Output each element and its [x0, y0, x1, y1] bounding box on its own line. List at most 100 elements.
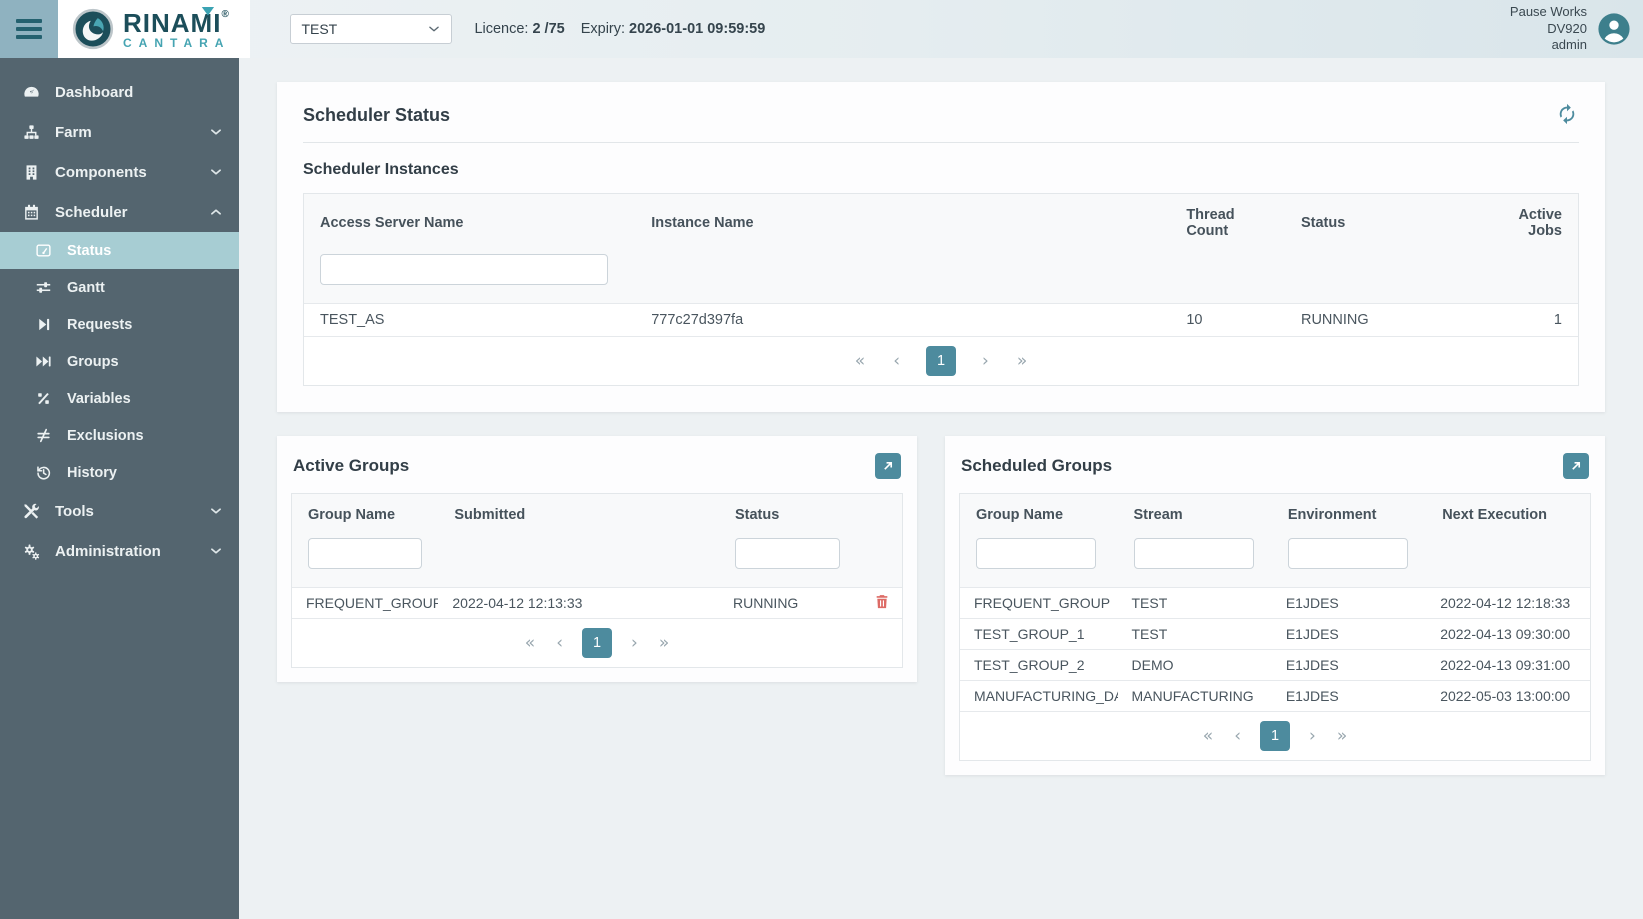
page-number-button[interactable]: 1 [926, 346, 956, 376]
sidebar-item-scheduler[interactable]: Scheduler [0, 192, 239, 232]
refresh-button[interactable] [1555, 103, 1579, 127]
active-groups-card: Active Groups Group Name Submitted Statu… [277, 436, 917, 682]
sidebar: Dashboard Farm Components Scheduler Stat… [0, 58, 239, 919]
last-page-button[interactable]: » [1335, 726, 1349, 746]
menu-toggle-button[interactable] [0, 0, 58, 58]
expand-icon [1569, 459, 1583, 473]
access-server-name-cell: TEST_AS [304, 304, 635, 336]
sidebar-item-exclusions[interactable]: Exclusions [0, 417, 239, 454]
stream-cell: TEST [1118, 619, 1272, 649]
access-server-name-filter-input[interactable] [320, 254, 608, 285]
scheduler-status-card: Scheduler Status Scheduler Instances Acc… [277, 82, 1605, 412]
calendar-icon [22, 203, 40, 221]
user-info: Pause Works DV920 admin [1510, 4, 1587, 55]
sidebar-item-farm[interactable]: Farm [0, 112, 239, 152]
group-name-filter-input[interactable] [976, 538, 1096, 569]
stream-filter-input[interactable] [1134, 538, 1254, 569]
history-icon [34, 464, 52, 482]
expand-active-groups-button[interactable] [875, 453, 901, 479]
sidebar-item-label: Requests [67, 317, 132, 333]
next-page-button[interactable]: › [629, 633, 640, 653]
environment-cell: E1JDES [1272, 588, 1426, 618]
delete-group-button[interactable] [872, 593, 892, 613]
table-row[interactable]: FREQUENT_GROUP TEST E1JDES 2022-04-12 12… [960, 587, 1590, 618]
environment-filter-input[interactable] [1288, 538, 1408, 569]
user-avatar[interactable] [1597, 12, 1631, 46]
chevron-down-icon [209, 544, 223, 558]
sidebar-item-components[interactable]: Components [0, 152, 239, 192]
gauge-icon [22, 83, 40, 101]
instances-title: Scheduler Instances [303, 161, 1579, 179]
table-filter-row [960, 536, 1590, 587]
next-execution-cell: 2022-05-03 13:00:00 [1426, 681, 1590, 711]
sidebar-item-tools[interactable]: Tools [0, 491, 239, 531]
table-row[interactable]: TEST_GROUP_2 DEMO E1JDES 2022-04-13 09:3… [960, 649, 1590, 680]
refresh-icon [1556, 103, 1578, 125]
environment-cell: E1JDES [1272, 619, 1426, 649]
page-number-button[interactable]: 1 [1260, 721, 1290, 751]
table-row[interactable]: TEST_GROUP_1 TEST E1JDES 2022-04-13 09:3… [960, 618, 1590, 649]
scheduler-instances-table: Access Server Name Instance Name Thread … [303, 193, 1579, 386]
status-cell: RUNNING [1285, 304, 1489, 336]
sidebar-item-variables[interactable]: Variables [0, 380, 239, 417]
sidebar-item-status[interactable]: Status [0, 232, 239, 269]
column-header: Group Name [960, 494, 1118, 536]
column-header: Environment [1272, 494, 1426, 536]
fast-forward-icon [34, 353, 52, 371]
submitted-cell: 2022-04-12 12:13:33 [438, 588, 719, 618]
first-page-button[interactable]: « [523, 633, 537, 653]
sidebar-item-label: Exclusions [67, 428, 144, 444]
last-page-button[interactable]: » [1015, 351, 1029, 371]
user-company: Pause Works [1510, 4, 1587, 21]
sidebar-item-requests[interactable]: Requests [0, 306, 239, 343]
trash-icon [874, 593, 890, 610]
chevron-down-icon [209, 125, 223, 139]
stream-cell: TEST [1118, 588, 1272, 618]
logo[interactable]: RINAMI® CANTARA [58, 0, 250, 58]
chevron-down-icon [209, 165, 223, 179]
first-page-button[interactable]: « [1201, 726, 1215, 746]
page-number-button[interactable]: 1 [582, 628, 612, 658]
table-row[interactable]: MANUFACTURING_DAY_ MANUFACTURING E1JDES … [960, 680, 1590, 711]
next-execution-cell: 2022-04-13 09:30:00 [1426, 619, 1590, 649]
scheduled-groups-table: Group Name Stream Environment Next Execu… [959, 493, 1591, 761]
environment-select[interactable]: TEST [290, 14, 452, 44]
stream-cell: DEMO [1118, 650, 1272, 680]
table-filter-row [304, 252, 1578, 303]
previous-page-button[interactable]: ‹ [1232, 726, 1243, 746]
thread-count-cell: 10 [1170, 304, 1285, 336]
group-name-filter-input[interactable] [308, 538, 422, 569]
column-header: Status [1285, 202, 1489, 244]
next-page-button[interactable]: › [1307, 726, 1318, 746]
group-name-cell: FREQUENT_GROUP [960, 588, 1118, 618]
table-header-row: Access Server Name Instance Name Thread … [304, 194, 1578, 252]
sidebar-item-label: Scheduler [55, 204, 128, 221]
table-row[interactable]: FREQUENT_GROUP 2022-04-12 12:13:33 RUNNI… [292, 587, 902, 618]
last-page-button[interactable]: » [657, 633, 671, 653]
sidebar-item-history[interactable]: History [0, 454, 239, 491]
next-page-button[interactable]: › [980, 351, 991, 371]
sidebar-item-administration[interactable]: Administration [0, 531, 239, 571]
column-header: Status [719, 494, 856, 536]
group-name-cell: TEST_GROUP_2 [960, 650, 1118, 680]
logo-secondary: CANTARA [123, 37, 230, 49]
status-filter-input[interactable] [735, 538, 840, 569]
table-filter-row [292, 536, 902, 587]
table-row[interactable]: TEST_AS 777c27d397fa 10 RUNNING 1 [304, 303, 1578, 336]
sidebar-item-gantt[interactable]: Gantt [0, 269, 239, 306]
scheduled-groups-card: Scheduled Groups Group Name Stream Envir… [945, 436, 1605, 775]
sliders-icon [34, 279, 52, 297]
previous-page-button[interactable]: ‹ [554, 633, 565, 653]
active-groups-table: Group Name Submitted Status FRE [291, 493, 903, 668]
expiry-value: 2026-01-01 09:59:59 [629, 21, 765, 37]
sidebar-item-dashboard[interactable]: Dashboard [0, 72, 239, 112]
instance-name-cell: 777c27d397fa [635, 304, 1170, 336]
next-execution-cell: 2022-04-12 12:18:33 [1426, 588, 1590, 618]
expand-scheduled-groups-button[interactable] [1563, 453, 1589, 479]
sidebar-item-groups[interactable]: Groups [0, 343, 239, 380]
tachometer-icon [34, 242, 52, 260]
previous-page-button[interactable]: ‹ [891, 351, 902, 371]
topbar-spacer [765, 0, 1510, 58]
first-page-button[interactable]: « [853, 351, 867, 371]
registered-mark: ® [221, 9, 229, 20]
